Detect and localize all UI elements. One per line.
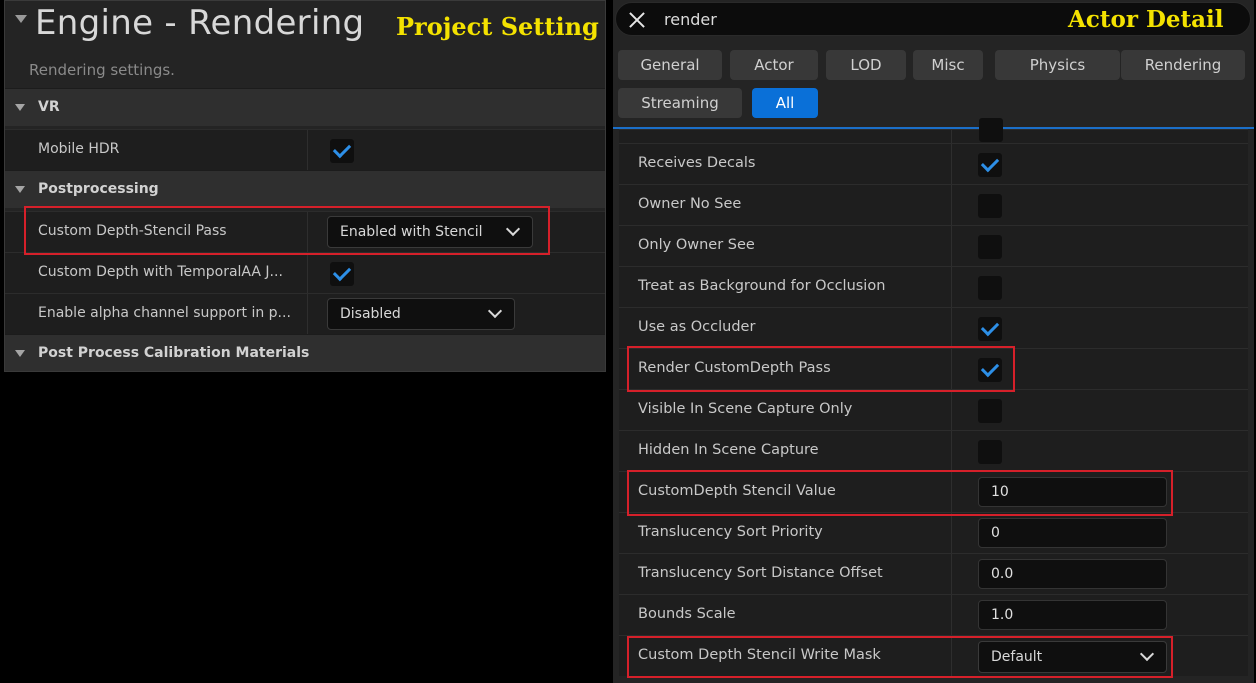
- section-label: Post Process Calibration Materials: [38, 345, 310, 361]
- input-value: 1.0: [991, 607, 1014, 623]
- expand-triangle-icon: [15, 350, 25, 357]
- property-label: Owner No See: [638, 196, 742, 212]
- setting-row-alpha-channel: Enable alpha channel support in p... Dis…: [5, 293, 605, 334]
- property-label: Translucency Sort Priority: [638, 524, 823, 540]
- project-settings-panel: Engine - Rendering Rendering settings. V…: [4, 0, 606, 372]
- property-label: Receives Decals: [638, 155, 756, 171]
- property-row-only-owner-see: Only Owner See: [619, 225, 1248, 266]
- property-label: Translucency Sort Distance Offset: [638, 565, 883, 581]
- column-divider[interactable]: [307, 253, 308, 293]
- actor-detail-annotation: Actor Detail: [1068, 6, 1224, 33]
- mobile-hdr-checkbox[interactable]: [330, 139, 354, 163]
- column-divider[interactable]: [951, 308, 952, 348]
- setting-row-mobile-hdr: Mobile HDR: [5, 129, 605, 170]
- checkmark-icon: [332, 262, 352, 282]
- search-input[interactable]: render: [664, 10, 717, 29]
- collapse-caret-icon[interactable]: [15, 15, 27, 23]
- property-label: Treat as Background for Occlusion: [638, 278, 886, 294]
- page-title: Engine - Rendering: [35, 3, 365, 43]
- column-divider[interactable]: [951, 185, 952, 225]
- section-calibration-materials[interactable]: Post Process Calibration Materials: [5, 334, 605, 371]
- receives-decals-checkbox[interactable]: [978, 153, 1002, 177]
- column-divider[interactable]: [951, 431, 952, 471]
- section-vr[interactable]: VR: [5, 88, 605, 126]
- highlight-box-render-customdepth: [627, 346, 1015, 392]
- column-divider[interactable]: [951, 144, 952, 184]
- close-icon[interactable]: [628, 11, 646, 29]
- property-label: Use as Occluder: [638, 319, 756, 335]
- setting-label: Mobile HDR: [38, 141, 120, 157]
- highlight-box-stencil-pass: [24, 206, 550, 255]
- column-divider[interactable]: [951, 226, 952, 266]
- visible-in-scene-capture-only-checkbox[interactable]: [978, 399, 1002, 423]
- property-row-bounds-scale: Bounds Scale 1.0: [619, 594, 1248, 635]
- tab-actor[interactable]: Actor: [730, 50, 818, 80]
- translucency-sort-priority-input[interactable]: 0: [978, 518, 1167, 548]
- highlight-box-stencil-value: [627, 470, 1173, 516]
- checkmark-icon: [332, 139, 352, 159]
- column-divider[interactable]: [951, 130, 952, 143]
- expand-triangle-icon: [15, 186, 25, 193]
- checkmark-icon: [980, 317, 1000, 337]
- property-row-use-as-occluder: Use as Occluder: [619, 307, 1248, 348]
- tab-misc[interactable]: Misc: [913, 50, 983, 80]
- setting-row-custom-depth-temporalaa: Custom Depth with TemporalAA J...: [5, 252, 605, 293]
- input-value: 0: [991, 525, 1000, 541]
- column-divider[interactable]: [951, 595, 952, 635]
- property-label: Hidden In Scene Capture: [638, 442, 819, 458]
- property-label: Only Owner See: [638, 237, 755, 253]
- column-divider[interactable]: [951, 513, 952, 553]
- tab-rendering[interactable]: Rendering: [1121, 50, 1245, 80]
- alpha-channel-dropdown[interactable]: Disabled: [327, 298, 515, 330]
- project-setting-annotation: Project Setting: [396, 12, 599, 41]
- actor-details-panel: render General Actor LOD Misc Physics Re…: [613, 0, 1254, 683]
- property-row-owner-no-see: Owner No See: [619, 184, 1248, 225]
- column-divider[interactable]: [951, 267, 952, 307]
- section-postprocessing[interactable]: Postprocessing: [5, 170, 605, 208]
- property-row-hidden-in-scene-capture: Hidden In Scene Capture: [619, 430, 1248, 471]
- section-label: Postprocessing: [38, 181, 159, 197]
- tab-lod[interactable]: LOD: [826, 50, 906, 80]
- property-label: Visible In Scene Capture Only: [638, 401, 853, 417]
- partial-row: [619, 118, 1248, 143]
- input-value: 0.0: [991, 566, 1014, 582]
- property-row-translucency-sort-distance-offset: Translucency Sort Distance Offset 0.0: [619, 553, 1248, 594]
- checkmark-icon: [980, 153, 1000, 173]
- page-subtitle: Rendering settings.: [29, 61, 175, 79]
- tab-general[interactable]: General: [618, 50, 722, 80]
- chevron-down-icon: [487, 303, 503, 319]
- partial-checkbox[interactable]: [979, 118, 1003, 142]
- setting-label: Enable alpha channel support in p...: [38, 305, 291, 321]
- column-divider[interactable]: [307, 294, 308, 334]
- property-row-treat-as-background-for-occlusion: Treat as Background for Occlusion: [619, 266, 1248, 307]
- tab-physics[interactable]: Physics: [995, 50, 1120, 80]
- expand-triangle-icon: [15, 104, 25, 111]
- treat-as-background-for-occlusion-checkbox[interactable]: [978, 276, 1002, 300]
- column-divider[interactable]: [951, 390, 952, 430]
- hidden-in-scene-capture-checkbox[interactable]: [978, 440, 1002, 464]
- use-as-occluder-checkbox[interactable]: [978, 317, 1002, 341]
- property-label: Bounds Scale: [638, 606, 736, 622]
- tab-all[interactable]: All: [752, 88, 818, 118]
- column-divider[interactable]: [307, 130, 308, 170]
- property-row-translucency-sort-priority: Translucency Sort Priority 0: [619, 512, 1248, 553]
- section-label: VR: [38, 99, 60, 115]
- property-row-visible-in-scene-capture-only: Visible In Scene Capture Only: [619, 389, 1248, 430]
- dropdown-value: Disabled: [340, 306, 401, 322]
- translucency-sort-distance-offset-input[interactable]: 0.0: [978, 559, 1167, 589]
- tab-streaming[interactable]: Streaming: [618, 88, 742, 118]
- only-owner-see-checkbox[interactable]: [978, 235, 1002, 259]
- property-row-receives-decals: Receives Decals: [619, 143, 1248, 184]
- setting-label: Custom Depth with TemporalAA J...: [38, 264, 283, 280]
- custom-depth-temporalaa-checkbox[interactable]: [330, 262, 354, 286]
- owner-no-see-checkbox[interactable]: [978, 194, 1002, 218]
- bounds-scale-input[interactable]: 1.0: [978, 600, 1167, 630]
- column-divider[interactable]: [951, 554, 952, 594]
- highlight-box-write-mask: [627, 636, 1173, 678]
